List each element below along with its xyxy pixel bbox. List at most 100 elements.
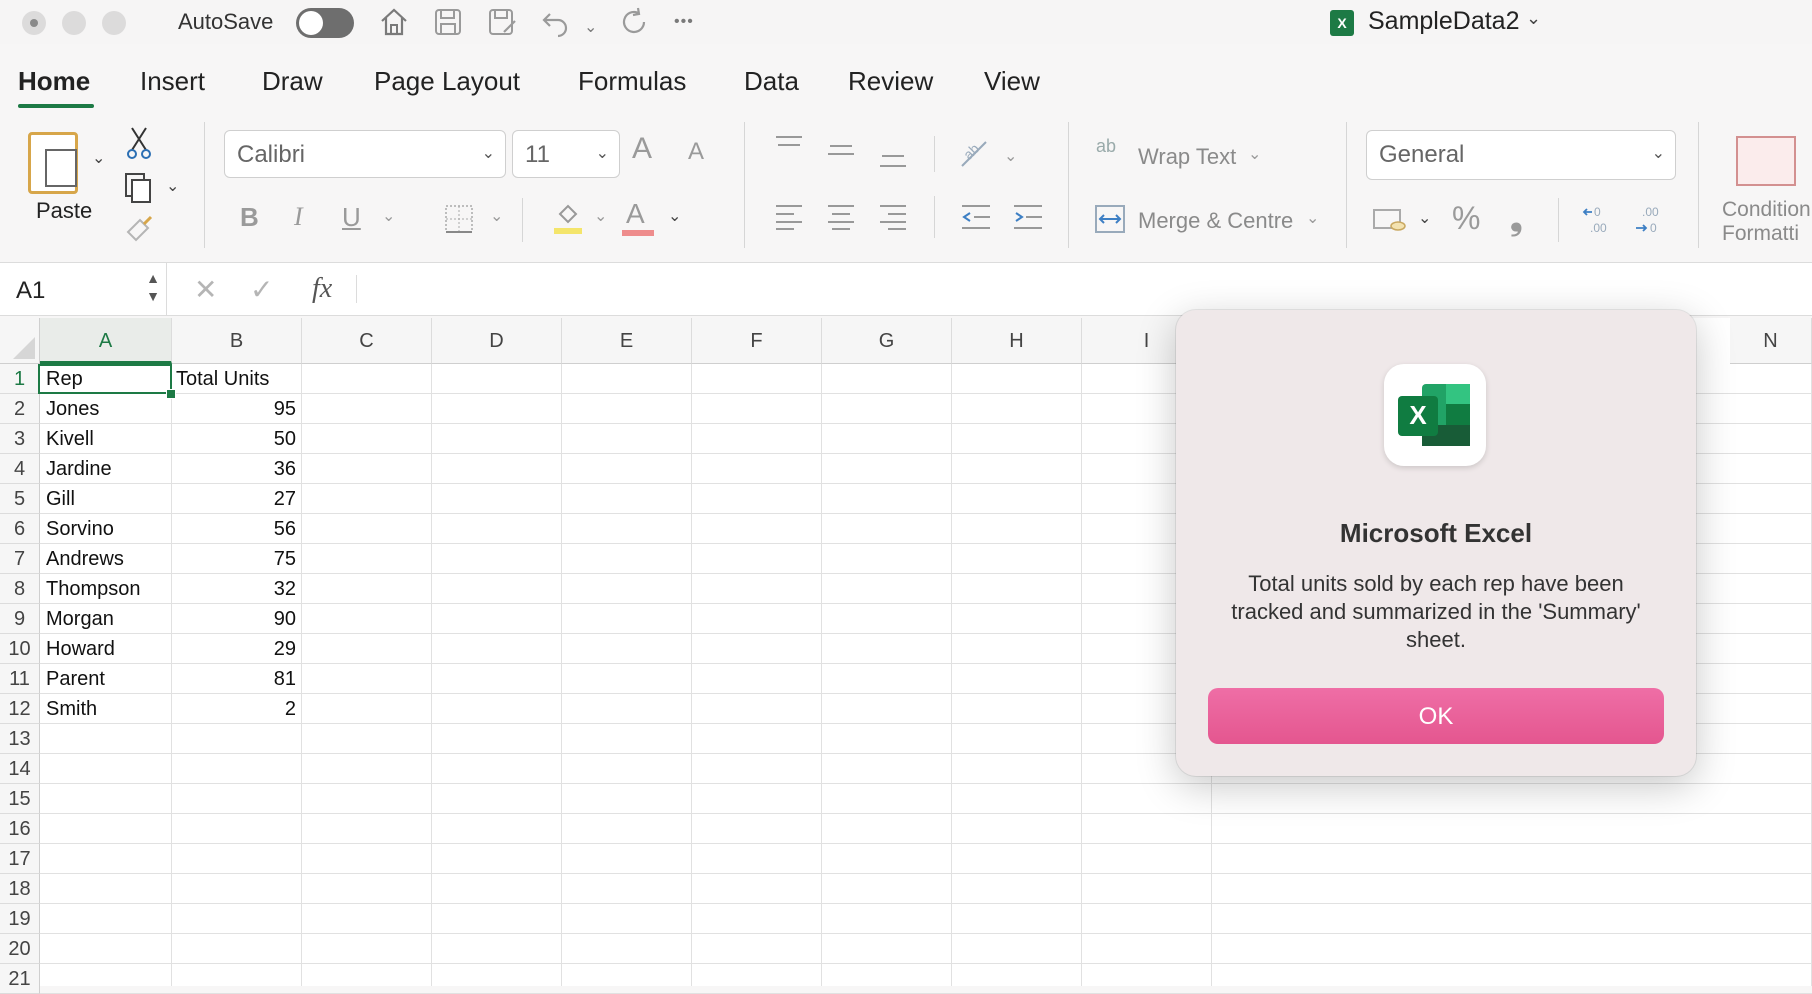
tab-view[interactable]: View — [984, 66, 1040, 97]
increase-indent-icon[interactable] — [1012, 204, 1044, 237]
cell-b7[interactable]: 75 — [172, 544, 296, 574]
align-bottom-icon[interactable] — [878, 146, 908, 179]
font-color-chevron-icon[interactable]: ⌄ — [668, 206, 681, 226]
row-header-7[interactable]: 7 — [0, 544, 40, 574]
row-header-10[interactable]: 10 — [0, 634, 40, 664]
row-header-20[interactable]: 20 — [0, 934, 40, 964]
cell-a11[interactable]: Parent — [46, 664, 105, 694]
align-center-icon[interactable] — [826, 204, 856, 237]
row-header-4[interactable]: 4 — [0, 454, 40, 484]
conditional-formatting-label[interactable]: Condition Formatti — [1722, 198, 1811, 246]
row-header-8[interactable]: 8 — [0, 574, 40, 604]
accounting-format-icon[interactable] — [1372, 206, 1408, 241]
fill-handle[interactable] — [166, 389, 176, 399]
decrease-decimal-icon[interactable]: .00 0 — [1634, 204, 1668, 243]
cell-b8[interactable]: 32 — [172, 574, 296, 604]
column-header-d[interactable]: D — [432, 318, 562, 364]
redo-icon[interactable] — [618, 6, 650, 45]
copy-icon[interactable] — [122, 172, 156, 213]
cell-a8[interactable]: Thompson — [46, 574, 141, 604]
row-header-14[interactable]: 14 — [0, 754, 40, 784]
fill-color-icon[interactable] — [552, 200, 584, 243]
underline-button[interactable]: U — [342, 202, 361, 233]
cell-a6[interactable]: Sorvino — [46, 514, 114, 544]
increase-decimal-icon[interactable]: 0.00 — [1582, 204, 1616, 243]
row-header-13[interactable]: 13 — [0, 724, 40, 754]
align-middle-icon[interactable] — [826, 140, 856, 173]
row-header-5[interactable]: 5 — [0, 484, 40, 514]
row-header-9[interactable]: 9 — [0, 604, 40, 634]
document-title[interactable]: SampleData2 — [1368, 7, 1519, 36]
cell-a2[interactable]: Jones — [46, 394, 99, 424]
italic-button[interactable]: I — [294, 202, 303, 232]
confirm-entry-icon[interactable]: ✓ — [250, 273, 273, 306]
minimize-window-button[interactable] — [62, 11, 86, 35]
paste-icon[interactable] — [28, 132, 78, 194]
close-window-button[interactable] — [22, 11, 46, 35]
cell-b3[interactable]: 50 — [172, 424, 296, 454]
row-header-1[interactable]: 1 — [0, 364, 40, 394]
row-header-17[interactable]: 17 — [0, 844, 40, 874]
row-header-3[interactable]: 3 — [0, 424, 40, 454]
select-all-corner[interactable] — [0, 318, 40, 364]
row-header-18[interactable]: 18 — [0, 874, 40, 904]
tab-home[interactable]: Home — [18, 66, 90, 97]
font-size-select[interactable]: 11 ⌄ — [512, 130, 620, 178]
tab-page-layout[interactable]: Page Layout — [374, 66, 520, 97]
column-header-n[interactable]: N — [1730, 318, 1812, 364]
tab-review[interactable]: Review — [848, 66, 933, 97]
column-header-a[interactable]: A — [40, 318, 172, 364]
column-header-c[interactable]: C — [302, 318, 432, 364]
merge-centre-label[interactable]: Merge & Centre — [1138, 208, 1293, 234]
orientation-icon[interactable]: ab — [958, 136, 992, 177]
orientation-chevron-icon[interactable]: ⌄ — [1004, 146, 1017, 166]
paste-chevron-icon[interactable]: ⌄ — [92, 148, 105, 168]
row-header-15[interactable]: 15 — [0, 784, 40, 814]
number-format-select[interactable]: General ⌄ — [1366, 130, 1676, 180]
accounting-chevron-icon[interactable]: ⌄ — [1418, 208, 1431, 228]
name-box[interactable]: A1 ▲ ▼ — [0, 263, 167, 315]
cell-b10[interactable]: 29 — [172, 634, 296, 664]
cell-a12[interactable]: Smith — [46, 694, 97, 724]
shrink-font-icon[interactable]: A — [688, 138, 704, 166]
font-color-icon[interactable]: A — [626, 198, 645, 230]
borders-chevron-icon[interactable]: ⌄ — [490, 206, 503, 226]
zoom-window-button[interactable] — [102, 11, 126, 35]
cell-a5[interactable]: Gill — [46, 484, 75, 514]
merge-chevron-icon[interactable]: ⌄ — [1306, 208, 1319, 228]
tab-formulas[interactable]: Formulas — [578, 66, 686, 97]
align-top-icon[interactable] — [774, 134, 804, 167]
wrap-text-label[interactable]: Wrap Text — [1138, 144, 1236, 170]
fill-color-chevron-icon[interactable]: ⌄ — [594, 206, 607, 226]
cell-a7[interactable]: Andrews — [46, 544, 124, 574]
cell-b11[interactable]: 81 — [172, 664, 296, 694]
row-header-12[interactable]: 12 — [0, 694, 40, 724]
column-header-g[interactable]: G — [822, 318, 952, 364]
comma-style-button[interactable]: ❟ — [1510, 200, 1523, 238]
cell-b2[interactable]: 95 — [172, 394, 296, 424]
tab-draw[interactable]: Draw — [262, 66, 323, 97]
column-header-b[interactable]: B — [172, 318, 302, 364]
font-name-select[interactable]: Calibri ⌄ — [224, 130, 506, 178]
wrap-text-icon[interactable]: ab — [1096, 137, 1116, 155]
decrease-indent-icon[interactable] — [960, 204, 992, 237]
ok-button[interactable]: OK — [1208, 688, 1664, 744]
percent-button[interactable]: % — [1452, 200, 1480, 237]
align-right-icon[interactable] — [878, 204, 908, 237]
merge-centre-icon[interactable] — [1094, 204, 1126, 241]
row-header-2[interactable]: 2 — [0, 394, 40, 424]
autosave-toggle[interactable] — [296, 8, 354, 38]
cell-a10[interactable]: Howard — [46, 634, 115, 664]
cancel-entry-icon[interactable]: ✕ — [194, 273, 217, 306]
cell-a9[interactable]: Morgan — [46, 604, 114, 634]
cell-b6[interactable]: 56 — [172, 514, 296, 544]
save-icon[interactable] — [432, 6, 464, 45]
bold-button[interactable]: B — [240, 202, 259, 233]
more-icon[interactable]: ••• — [674, 6, 694, 38]
row-header-16[interactable]: 16 — [0, 814, 40, 844]
home-icon[interactable] — [378, 6, 410, 45]
cell-b1[interactable]: Total Units — [176, 364, 269, 394]
align-left-icon[interactable] — [774, 204, 804, 237]
cell-a4[interactable]: Jardine — [46, 454, 112, 484]
cell-b12[interactable]: 2 — [172, 694, 296, 724]
